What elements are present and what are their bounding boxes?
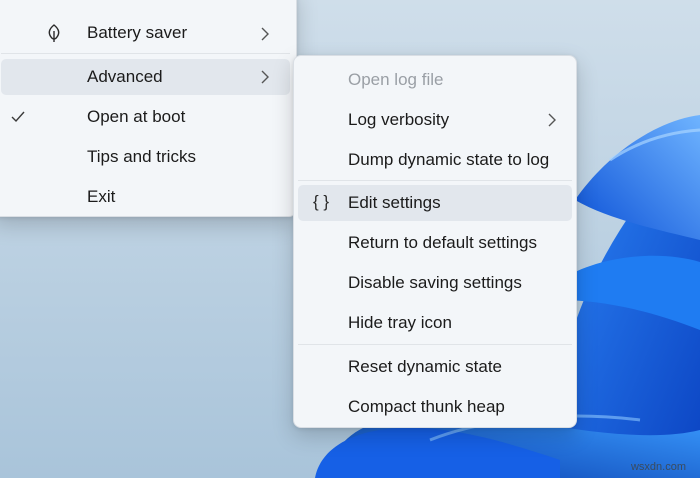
tray-context-menu: Battery saver Advanced Open at boot Tips… <box>0 0 297 217</box>
advanced-submenu: Open log file Log verbosity Dump dynamic… <box>293 55 577 428</box>
menu-divider <box>298 344 572 345</box>
menu-item-reset-dynamic-state[interactable]: Reset dynamic state <box>298 349 572 385</box>
menu-item-label: Open at boot <box>87 107 186 126</box>
menu-item-label: Exit <box>87 187 116 206</box>
menu-divider <box>1 53 290 54</box>
menu-item-label: Reset dynamic state <box>348 357 503 376</box>
menu-item-dump-dynamic-state[interactable]: Dump dynamic state to log <box>298 142 572 178</box>
leaf-icon <box>48 24 60 42</box>
menu-item-open-log-file: Open log file <box>298 62 572 98</box>
menu-item-label: Open log file <box>348 70 444 89</box>
chevron-right-icon <box>261 27 269 41</box>
menu-item-disable-saving[interactable]: Disable saving settings <box>298 265 572 301</box>
menu-item-label: Dump dynamic state to log <box>348 150 550 169</box>
menu-item-label: Disable saving settings <box>348 273 522 292</box>
menu-item-label: Log verbosity <box>348 110 450 129</box>
menu-item-return-to-default[interactable]: Return to default settings <box>298 225 572 261</box>
menu-item-log-verbosity[interactable]: Log verbosity <box>298 102 572 138</box>
menu-item-label: Tips and tricks <box>87 147 196 166</box>
chevron-right-icon <box>548 113 556 127</box>
menu-item-advanced[interactable]: Advanced <box>1 59 290 95</box>
menu-item-exit[interactable]: Exit <box>1 179 290 215</box>
menu-divider <box>298 180 572 181</box>
menu-item-compact-thunk-heap[interactable]: Compact thunk heap <box>298 389 572 425</box>
menu-item-label: Return to default settings <box>348 233 538 252</box>
menu-item-label: Compact thunk heap <box>348 397 505 416</box>
menu-item-hide-tray-icon[interactable]: Hide tray icon <box>298 305 572 341</box>
menu-item-label: Advanced <box>87 67 163 86</box>
menu-item-battery-saver[interactable]: Battery saver <box>1 15 290 51</box>
menu-item-edit-settings[interactable]: { } Edit settings <box>298 185 572 221</box>
watermark-text: wsxdn.com <box>630 461 686 473</box>
chevron-right-icon <box>261 70 269 84</box>
menu-item-label: Edit settings <box>348 193 441 212</box>
menu-item-tips-and-tricks[interactable]: Tips and tricks <box>1 139 290 175</box>
braces-icon: { } <box>313 192 330 211</box>
menu-item-open-at-boot[interactable]: Open at boot <box>1 99 290 135</box>
checkmark-icon <box>11 111 25 123</box>
menu-item-label: Battery saver <box>87 23 188 42</box>
menu-item-label: Hide tray icon <box>348 313 452 332</box>
